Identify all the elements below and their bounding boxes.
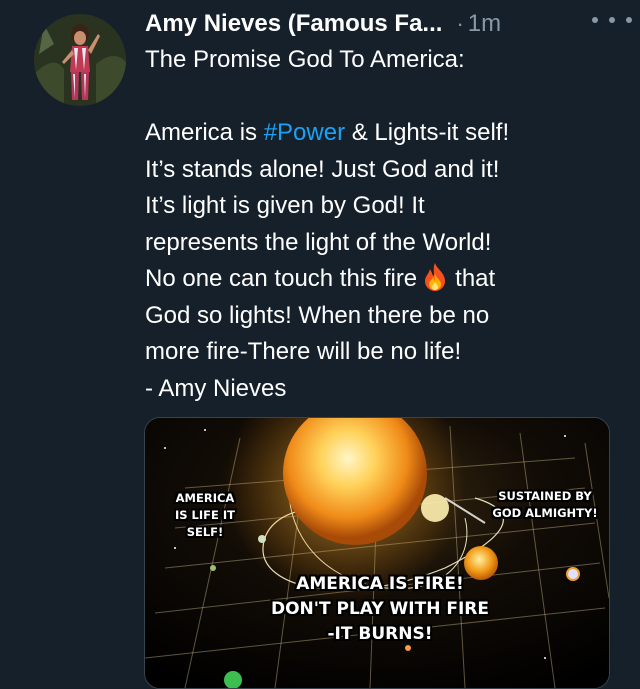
caption-line: AMERICA IS FIRE!	[296, 574, 464, 594]
caption-line: -IT BURNS!	[327, 624, 433, 644]
tweet-text-segment: America is	[145, 119, 264, 146]
hashtag-link[interactable]: #Power	[264, 119, 345, 146]
tweet-line: - Amy Nieves	[145, 374, 287, 402]
timestamp[interactable]: 1m	[468, 10, 501, 38]
caption-line: SUSTAINED BY	[498, 489, 592, 503]
caption-line: DON'T PLAY WITH FIRE	[270, 599, 490, 619]
media-caption-left: AMERICA IS LIFE IT SELF!	[155, 490, 255, 541]
tweet-line: It’s light is given by God! It	[145, 192, 425, 219]
tweet-line: God so lights! When there be no	[145, 301, 490, 329]
more-dot	[592, 17, 598, 23]
tweet-text-segment: that	[455, 265, 496, 292]
tweet-line: more fire-There will be no life!	[145, 338, 462, 365]
more-dot	[609, 17, 615, 23]
display-name[interactable]: Amy Nieves (Famous Fa...	[145, 10, 442, 38]
separator-dot: ·	[456, 11, 464, 36]
media-caption-right: SUSTAINED BY GOD ALMIGHTY!	[485, 488, 605, 522]
tweet-line: represents the light of the World!	[145, 228, 492, 256]
caption-line: IS LIFE IT SELF!	[174, 508, 235, 539]
tweet-text-segment: No one can touch this fire	[145, 265, 418, 292]
media-caption-main: AMERICA IS FIRE! DON'T PLAY WITH FIRE -I…	[230, 572, 530, 647]
solar-system-illustration	[145, 418, 609, 688]
tweet: Amy Nieves (Famous Fa... · 1m The Promis…	[0, 0, 640, 689]
tweet-line: America is #Power & Lights-it self!	[145, 115, 625, 152]
tweet-header: Amy Nieves (Famous Fa... · 1m	[145, 8, 625, 40]
tweet-line: The Promise God To America:	[145, 46, 465, 73]
avatar-image	[34, 14, 126, 106]
tweet-media-image[interactable]: AMERICA IS LIFE IT SELF! SUSTAINED BY GO…	[144, 417, 610, 689]
caption-line: AMERICA	[175, 491, 235, 505]
more-horizontal-icon[interactable]	[592, 10, 632, 30]
tweet-text: The Promise God To America: America is #…	[145, 42, 625, 407]
tweet-line: No one can touch this fire that	[145, 261, 625, 298]
tweet-text-segment: & Lights-it self!	[345, 119, 510, 146]
fire-emoji-icon	[425, 263, 446, 291]
avatar[interactable]	[34, 14, 126, 106]
more-dot	[626, 17, 632, 23]
tweet-line: It’s stands alone! Just God and it!	[145, 155, 500, 183]
caption-line: GOD ALMIGHTY!	[492, 506, 598, 520]
